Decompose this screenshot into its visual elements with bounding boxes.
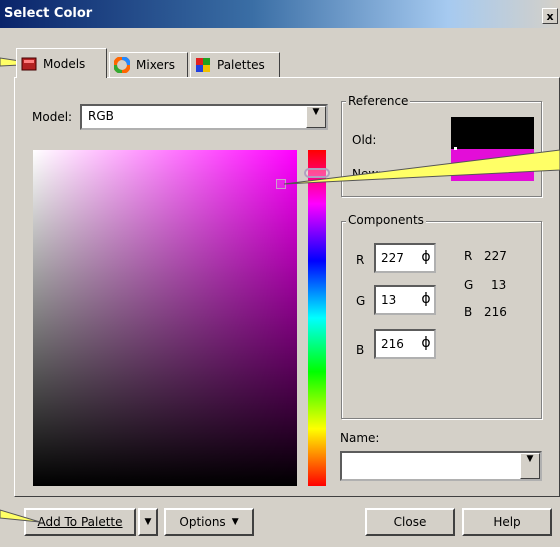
new-color-swatch xyxy=(451,149,534,181)
window-title: Select Color xyxy=(4,6,93,21)
hue-slider[interactable] xyxy=(308,150,326,486)
color-field[interactable] xyxy=(33,150,297,486)
spinner-icon[interactable]: ϕ xyxy=(418,331,434,357)
chevron-down-icon: ▼ xyxy=(144,517,152,527)
g-label: G xyxy=(356,294,366,308)
readout-g-value: 13 xyxy=(491,278,507,292)
model-label: Model: xyxy=(32,110,73,124)
add-to-palette-button[interactable]: Add To Palette xyxy=(24,508,136,536)
new-label: New: xyxy=(352,167,382,181)
add-to-palette-dropdown[interactable]: ▼ xyxy=(138,508,158,536)
b-value: 216 xyxy=(381,337,404,351)
r-input[interactable]: 227 ϕ xyxy=(374,243,436,273)
close-label: Close xyxy=(393,515,427,529)
mixers-icon xyxy=(113,56,131,74)
chevron-down-icon[interactable]: ▼ xyxy=(520,453,540,479)
readout-b-value: 216 xyxy=(484,305,507,319)
readout-b-label: B xyxy=(464,305,473,319)
tab-label: Mixers xyxy=(136,58,175,72)
b-label: B xyxy=(356,343,365,357)
tab-label: Models xyxy=(43,56,86,71)
help-label: Help xyxy=(493,515,521,529)
hue-slider-handle[interactable] xyxy=(304,168,330,178)
color-picker-marker[interactable] xyxy=(276,179,286,189)
close-window-button[interactable]: x xyxy=(542,8,558,24)
name-dropdown[interactable]: ▼ xyxy=(340,451,542,481)
model-value: RGB xyxy=(88,109,114,123)
tab-palettes[interactable]: Palettes xyxy=(190,52,280,78)
b-input[interactable]: 216 ϕ xyxy=(374,329,436,359)
models-icon xyxy=(21,56,37,72)
model-dropdown[interactable]: RGB ▼ xyxy=(80,104,328,130)
select-color-dialog: Select Color x Models Mixers Palettes Mo… xyxy=(0,0,560,547)
old-color-swatch xyxy=(451,117,534,149)
options-label: Options xyxy=(179,515,226,529)
spinner-icon[interactable]: ϕ xyxy=(418,287,434,313)
tab-models[interactable]: Models xyxy=(16,48,107,78)
options-button[interactable]: Options ▼ xyxy=(164,508,254,536)
name-label: Name: xyxy=(340,431,380,445)
old-label: Old: xyxy=(352,133,377,147)
reference-title: Reference xyxy=(346,94,411,108)
components-title: Components xyxy=(346,213,426,227)
close-button[interactable]: Close xyxy=(365,508,455,536)
g-value: 13 xyxy=(381,293,397,307)
readout-r-value: 227 xyxy=(484,249,507,263)
r-label: R xyxy=(356,253,365,267)
add-to-palette-label: Add To Palette xyxy=(37,515,123,529)
readout-g-label: G xyxy=(464,278,474,292)
help-button[interactable]: Help xyxy=(462,508,552,536)
swatch-marker xyxy=(454,147,457,150)
tab-mixers[interactable]: Mixers xyxy=(109,52,188,78)
readout-r-label: R xyxy=(464,249,473,263)
chevron-down-icon[interactable]: ▼ xyxy=(306,106,326,128)
r-value: 227 xyxy=(381,251,404,265)
components-group xyxy=(341,221,542,419)
chevron-down-icon: ▼ xyxy=(231,517,239,527)
palettes-icon xyxy=(195,57,211,73)
tab-label: Palettes xyxy=(217,58,265,72)
g-input[interactable]: 13 ϕ xyxy=(374,285,436,315)
spinner-icon[interactable]: ϕ xyxy=(418,245,434,271)
title-bar[interactable]: Select Color x xyxy=(0,0,560,28)
